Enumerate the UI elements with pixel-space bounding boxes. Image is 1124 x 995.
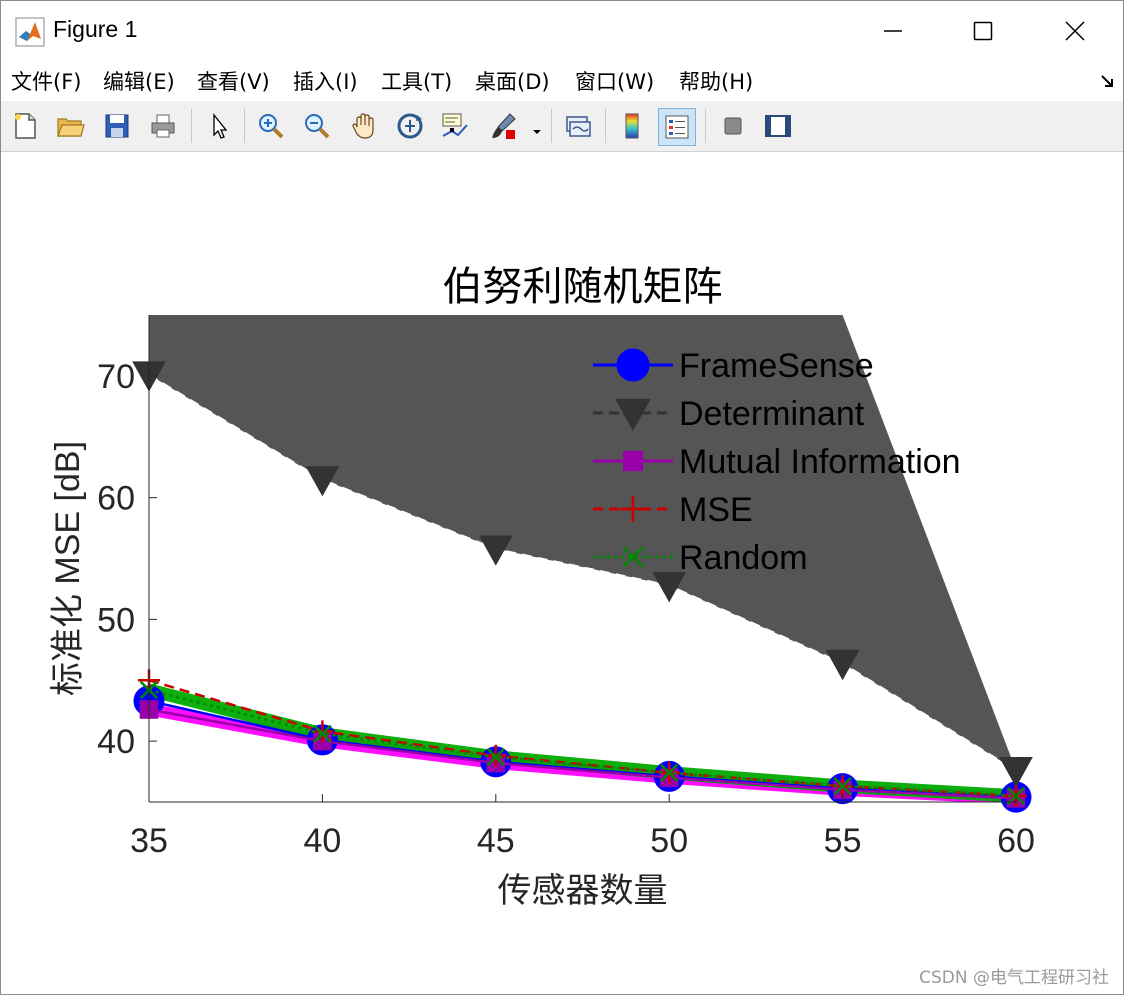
figure-window: Figure 1 文件(F) 编辑(E) 查看(V) 插入(I) 工具(T) 桌… [0, 0, 1124, 995]
menu-bar: 文件(F) 编辑(E) 查看(V) 插入(I) 工具(T) 桌面(D) 窗口(W… [1, 61, 1123, 101]
matlab-logo-icon [15, 17, 45, 47]
legend-label-mse: MSE [679, 491, 753, 529]
link-plot-icon [566, 116, 591, 137]
zoom-out-button[interactable] [299, 108, 335, 144]
hide-plot-tools-icon [724, 117, 742, 135]
insert-legend-button[interactable] [658, 108, 696, 146]
rotate-button[interactable] [392, 108, 428, 144]
menu-insert[interactable]: 插入(I) [293, 66, 358, 96]
data-cursor-button[interactable] [437, 108, 473, 144]
minimize-button[interactable] [847, 1, 939, 61]
open-button[interactable] [52, 108, 88, 144]
hide-plot-tools-button[interactable] [715, 108, 751, 144]
toolbar-separator [551, 109, 552, 143]
menu-tools[interactable]: 工具(T) [381, 66, 452, 96]
menu-edit[interactable]: 编辑(E) [103, 66, 175, 96]
x-tick-label: 50 [650, 822, 688, 860]
y-axis-label: 标准化 MSE [dB] [49, 441, 87, 696]
determinant-point [999, 757, 1033, 788]
save-icon [105, 114, 129, 138]
y-tick-label: 70 [97, 358, 135, 396]
zoom-in-button[interactable] [253, 108, 289, 144]
new-file-icon [15, 113, 36, 139]
print-button[interactable] [145, 108, 181, 144]
menu-desktop[interactable]: 桌面(D) [475, 66, 550, 96]
x-axis-label: 传感器数量 [498, 871, 668, 911]
open-folder-icon [57, 118, 85, 137]
random-line [148, 688, 1017, 798]
toolbar [1, 101, 1123, 152]
legend-label-framesense: FrameSense [679, 347, 874, 385]
menu-window[interactable]: 窗口(W) [575, 66, 654, 96]
watermark-text: CSDN @电气工程研习社 [919, 968, 1109, 988]
colorbar-icon [625, 113, 639, 139]
close-button[interactable] [1029, 1, 1121, 61]
show-plot-tools-icon [765, 115, 791, 137]
maximize-icon [973, 21, 993, 41]
toolbar-separator [191, 109, 192, 143]
insert-colorbar-button[interactable] [614, 108, 650, 144]
edit-plot-button[interactable] [201, 108, 237, 144]
title-bar: Figure 1 [1, 1, 1123, 61]
legend-marker-mutual-information [622, 450, 644, 472]
print-icon [151, 114, 175, 138]
legend-icon [665, 115, 689, 139]
rotate-3d-icon [397, 113, 423, 139]
toolbar-separator [605, 109, 606, 143]
figure-canvas: 35 40 45 50 55 60 40 50 60 70 伯努利随机矩阵传感器数量 标准化 MSE … [1, 152, 1123, 994]
x-tick-label: 35 [130, 822, 168, 860]
legend-label-determinant: Determinant [679, 395, 865, 433]
x-tick-label: 45 [477, 822, 515, 860]
legend-label-random: Random [679, 539, 808, 577]
x-tick-label: 55 [824, 822, 862, 860]
x-tick-label: 60 [997, 822, 1035, 860]
brush-icon [492, 113, 516, 139]
determinant-band [149, 315, 1016, 771]
y-tick-label: 50 [97, 601, 135, 639]
y-tick-label: 40 [97, 723, 135, 761]
pan-hand-icon [352, 113, 374, 139]
chart-title: 伯努利随机矩阵 [443, 264, 723, 310]
new-figure-button[interactable] [7, 108, 43, 144]
minimize-icon [884, 30, 902, 32]
pan-button[interactable] [346, 108, 382, 144]
menu-view[interactable]: 查看(V) [197, 66, 270, 96]
menu-file[interactable]: 文件(F) [11, 66, 81, 96]
menu-help[interactable]: 帮助(H) [679, 66, 753, 96]
random-band [149, 683, 1016, 802]
window-title: Figure 1 [53, 16, 138, 42]
maximize-button[interactable] [937, 1, 1029, 61]
brush-button[interactable] [485, 108, 521, 144]
close-icon [1065, 21, 1085, 41]
line-chart: 35 40 45 50 55 60 40 50 60 70 伯努利随机矩阵传感器数量 标准化 MSE … [49, 264, 1035, 911]
zoom-out-icon [305, 114, 330, 139]
legend-label-mutual-information: Mutual Information [679, 443, 961, 481]
link-plot-button[interactable] [560, 108, 596, 144]
toolbar-separator [705, 109, 706, 143]
dock-arrow-icon[interactable] [1099, 73, 1115, 89]
data-cursor-icon [442, 113, 468, 137]
zoom-in-icon [259, 114, 284, 139]
save-button[interactable] [99, 108, 135, 144]
brush-dropdown[interactable] [532, 121, 542, 140]
toolbar-separator [244, 109, 245, 143]
y-tick-label: 60 [97, 480, 135, 518]
chevron-down-icon [533, 130, 541, 134]
x-tick-label: 40 [303, 822, 341, 860]
show-plot-tools-button[interactable] [760, 108, 796, 144]
legend-marker-framesense [616, 348, 650, 382]
pointer-icon [213, 113, 228, 139]
